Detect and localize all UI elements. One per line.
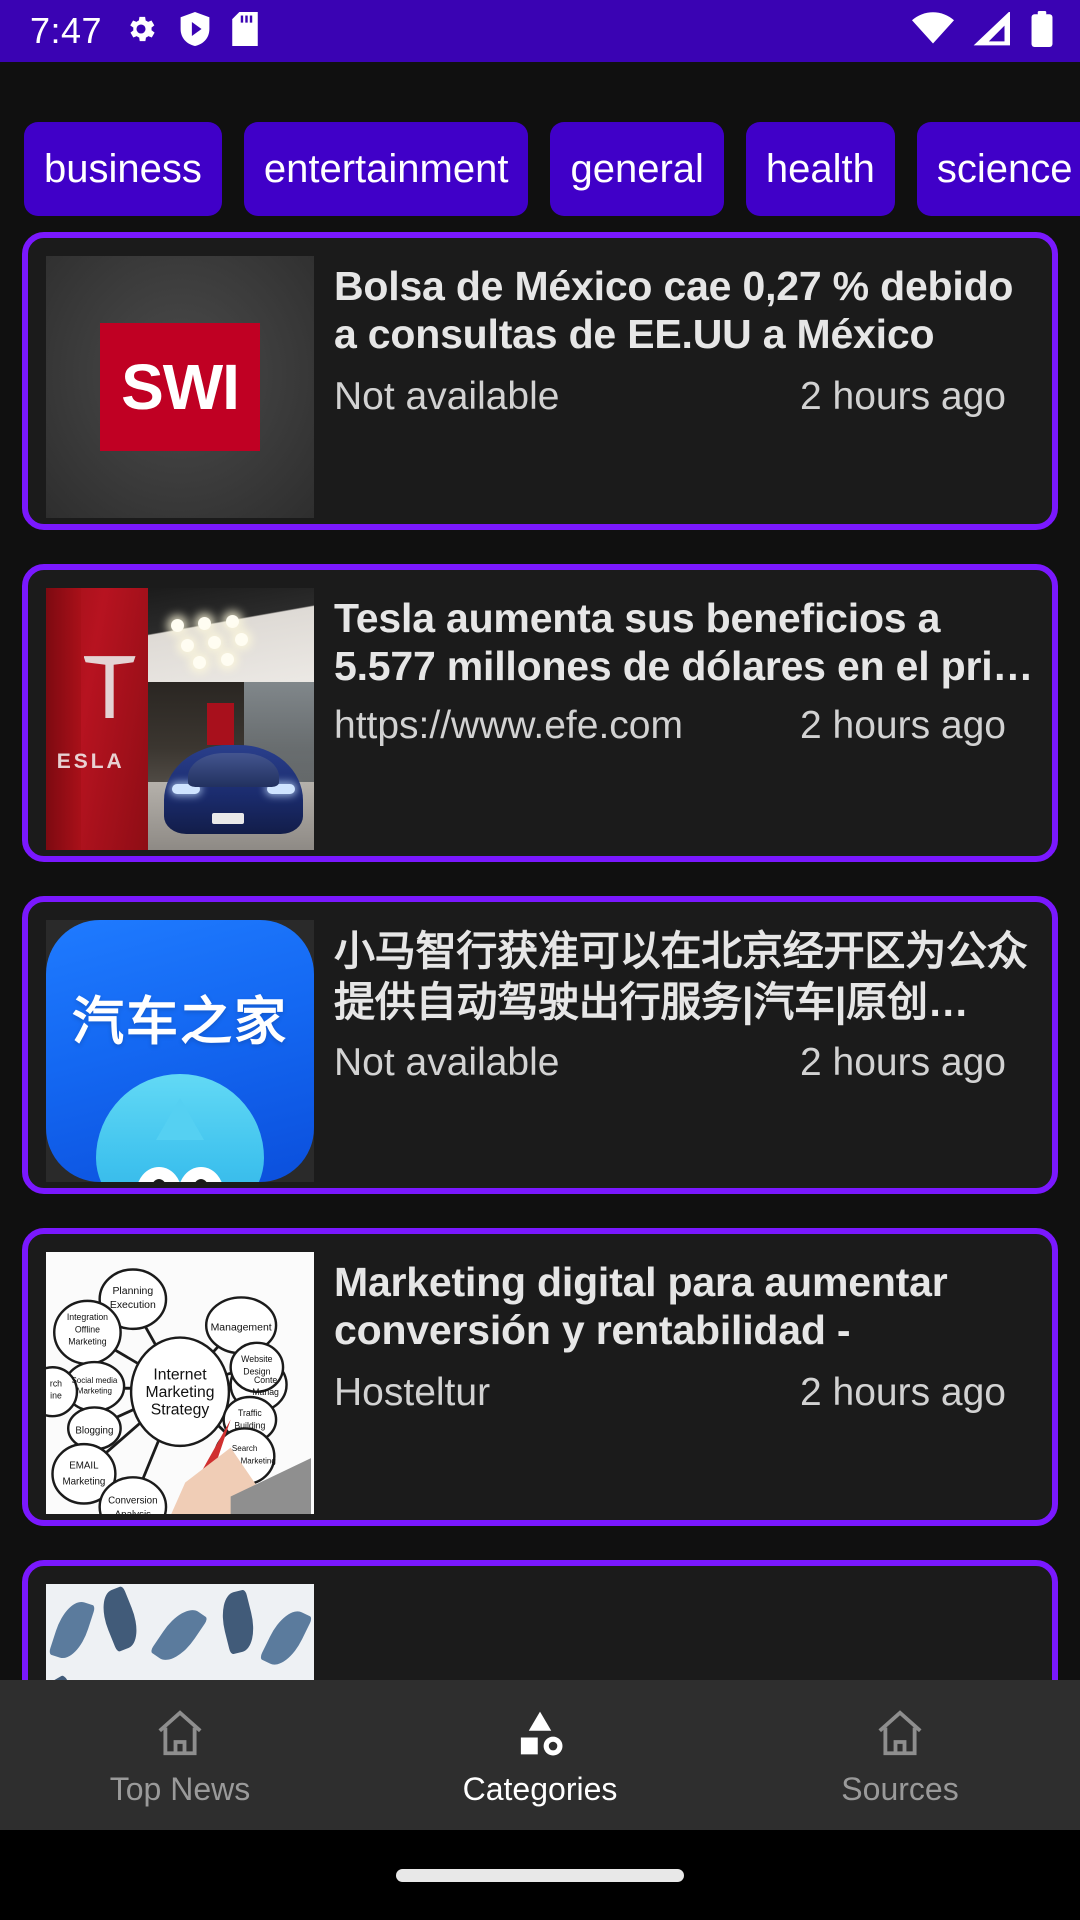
status-bar-left: 7:47 bbox=[30, 10, 258, 51]
category-chip-label: health bbox=[765, 147, 875, 191]
article-thumbnail: Internet Marketing Strategy Planning Exe… bbox=[46, 1252, 314, 1514]
news-card[interactable]: SWI Bolsa de México cae 0,27 % debido a … bbox=[22, 232, 1058, 530]
svg-text:Strategy: Strategy bbox=[151, 1401, 210, 1418]
article-text-block: Bolsa de México cae 0,27 % debido a cons… bbox=[334, 256, 1034, 506]
category-chip-entertainment[interactable]: entertainment bbox=[243, 122, 529, 216]
article-headline: Bolsa de México cae 0,27 % debido a cons… bbox=[334, 263, 1014, 362]
article-meta-row: Hosteltur 2 hours ago bbox=[334, 1371, 1034, 1415]
category-chip-label: entertainment bbox=[263, 147, 509, 191]
article-source: Hosteltur bbox=[334, 1372, 491, 1414]
autohome-dolphin-mascot-icon bbox=[96, 1073, 264, 1182]
article-timestamp: 2 hours ago bbox=[800, 375, 1006, 418]
svg-text:Execution: Execution bbox=[110, 1300, 156, 1311]
nav-item-top-news[interactable]: Top News bbox=[0, 1680, 360, 1830]
svg-text:Marketing: Marketing bbox=[77, 1386, 112, 1395]
category-chip-label: business bbox=[44, 147, 202, 191]
svg-text:Website: Website bbox=[241, 1354, 272, 1364]
system-gesture-area bbox=[0, 1830, 1080, 1920]
category-chip-science[interactable]: science bbox=[916, 122, 1080, 216]
sd-card-icon bbox=[232, 11, 258, 51]
svg-text:Conte: Conte bbox=[254, 1375, 277, 1385]
swi-logo-thumbnail: SWI bbox=[46, 256, 314, 518]
nav-item-label: Categories bbox=[462, 1770, 618, 1807]
svg-text:Manag: Manag bbox=[252, 1387, 279, 1397]
home-icon bbox=[153, 1706, 207, 1765]
internet-marketing-strategy-mindmap-thumbnail: Internet Marketing Strategy Planning Exe… bbox=[46, 1252, 314, 1514]
svg-text:Offline: Offline bbox=[75, 1324, 100, 1334]
tesla-showroom-photo-thumbnail: ESLA bbox=[46, 588, 314, 850]
article-headline: Marketing digital para aumentar conversi… bbox=[334, 1259, 948, 1358]
nav-item-label: Top News bbox=[109, 1770, 251, 1807]
article-meta-row: Not available 2 hours ago bbox=[334, 1040, 1034, 1085]
category-chips-row: business entertainment general health sc… bbox=[0, 62, 1080, 232]
article-source: https://www.efe.com bbox=[334, 704, 683, 747]
home-gesture-pill[interactable] bbox=[396, 1868, 684, 1882]
article-thumbnail: ESLA bbox=[46, 588, 314, 850]
svg-text:Building: Building bbox=[234, 1420, 265, 1430]
cellular-signal-icon bbox=[972, 10, 1012, 51]
battery-icon bbox=[1030, 10, 1054, 52]
svg-text:Social media: Social media bbox=[71, 1376, 117, 1385]
news-card[interactable]: Internet Marketing Strategy Planning Exe… bbox=[22, 1228, 1058, 1526]
svg-text:Conversion: Conversion bbox=[108, 1496, 157, 1507]
news-card[interactable]: 汽车之家 小马智行获准可以在北京经开区为公众提供自动驾驶出行服务|汽车|原创… … bbox=[22, 896, 1058, 1194]
svg-text:Marketing: Marketing bbox=[145, 1384, 214, 1401]
article-timestamp: 2 hours ago bbox=[800, 703, 1006, 747]
app-screen: 7:47 business entertainment general heal… bbox=[0, 0, 1080, 1920]
news-card[interactable]: ESLA Tesla aumenta sus beneficios a 5.57… bbox=[22, 564, 1058, 862]
home-icon bbox=[873, 1706, 927, 1765]
svg-text:Integration: Integration bbox=[67, 1312, 108, 1322]
article-text-block: 小马智行获准可以在北京经开区为公众提供自动驾驶出行服务|汽车|原创… Not a… bbox=[334, 920, 1034, 1170]
svg-text:Planning: Planning bbox=[112, 1286, 153, 1297]
article-source: Not available bbox=[334, 1041, 560, 1084]
article-thumbnail: 汽车之家 bbox=[46, 920, 314, 1182]
svg-text:ine: ine bbox=[50, 1391, 62, 1401]
article-thumbnail: SWI bbox=[46, 256, 314, 518]
shapes-icon bbox=[513, 1706, 567, 1765]
article-timestamp: 2 hours ago bbox=[800, 1040, 1006, 1084]
article-headline: Tesla aumenta sus beneficios a 5.577 mil… bbox=[334, 595, 1034, 690]
svg-text:Traffic: Traffic bbox=[238, 1408, 262, 1418]
autohome-brand-text: 汽车之家 bbox=[71, 993, 289, 1052]
svg-text:Analysis: Analysis bbox=[115, 1509, 151, 1514]
nav-item-sources[interactable]: Sources bbox=[720, 1680, 1080, 1830]
svg-text:Internet: Internet bbox=[153, 1367, 207, 1384]
wifi-icon bbox=[912, 11, 954, 51]
nav-item-categories[interactable]: Categories bbox=[360, 1680, 720, 1830]
svg-text:Management: Management bbox=[211, 1323, 272, 1334]
nav-item-label: Sources bbox=[841, 1770, 959, 1807]
status-bar: 7:47 bbox=[0, 0, 1080, 62]
article-meta-row: https://www.efe.com 2 hours ago bbox=[334, 703, 1034, 748]
svg-text:Blogging: Blogging bbox=[75, 1426, 113, 1437]
swi-logo-box: SWI bbox=[100, 323, 260, 451]
status-bar-clock: 7:47 bbox=[30, 10, 103, 51]
category-chip-general[interactable]: general bbox=[550, 122, 724, 216]
swi-logo-text: SWI bbox=[121, 351, 240, 423]
bottom-navigation-bar: Top News Categories Sources bbox=[0, 1680, 1080, 1830]
category-chip-business[interactable]: business bbox=[24, 122, 222, 216]
svg-text:Marketing: Marketing bbox=[68, 1337, 106, 1347]
article-headline: 小马智行获准可以在北京经开区为公众提供自动驾驶出行服务|汽车|原创… bbox=[334, 928, 1028, 1025]
svg-text:Search: Search bbox=[232, 1444, 257, 1453]
article-meta-row: Not available 2 hours ago bbox=[334, 375, 1034, 419]
svg-text:Marketing: Marketing bbox=[62, 1476, 105, 1487]
category-chip-health[interactable]: health bbox=[745, 122, 895, 216]
play-protect-shield-icon bbox=[180, 11, 210, 51]
category-chip-label: science bbox=[936, 147, 1073, 191]
article-text-block: Marketing digital para aumentar conversi… bbox=[334, 1252, 1034, 1502]
gear-icon bbox=[124, 12, 158, 51]
status-bar-right bbox=[912, 10, 1054, 52]
category-chip-label: general bbox=[570, 147, 704, 191]
article-source: Not available bbox=[334, 376, 560, 418]
autohome-app-icon-thumbnail: 汽车之家 bbox=[46, 920, 314, 1182]
article-text-block: Tesla aumenta sus beneficios a 5.577 mil… bbox=[334, 588, 1034, 838]
article-timestamp: 2 hours ago bbox=[800, 1371, 1006, 1414]
svg-text:rch: rch bbox=[50, 1378, 62, 1388]
news-article-list: SWI Bolsa de México cae 0,27 % debido a … bbox=[0, 232, 1080, 1858]
svg-text:EMAIL: EMAIL bbox=[69, 1461, 99, 1472]
